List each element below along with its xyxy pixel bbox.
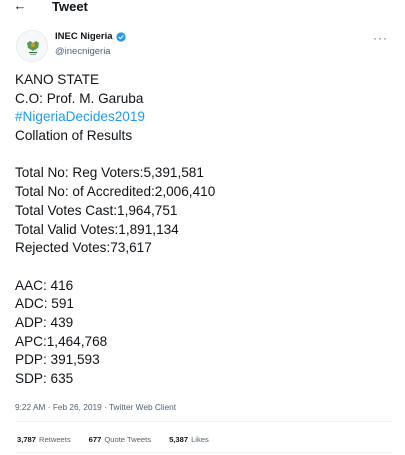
tweet-line: Total No: Reg Voters:5,391,581: [15, 165, 204, 181]
likes-label: Likes: [191, 435, 209, 444]
arrow-left-icon: ←: [13, 0, 27, 13]
tweet-line: Total No: of Accredited:2,006,410: [15, 184, 216, 200]
hashtag-link[interactable]: #NigeriaDecides2019: [15, 108, 395, 127]
author-handle[interactable]: @inecnigeria: [55, 46, 111, 57]
retweets-stat[interactable]: 3,787 Retweets: [17, 435, 71, 444]
more-horizontal-icon: ···: [373, 31, 388, 45]
quote-tweets-stat[interactable]: 677 Quote Tweets: [89, 435, 151, 444]
tweet-text: KANO STATE C.O: Prof. M. Garuba #Nigeria…: [15, 71, 395, 389]
quotes-label: Quote Tweets: [104, 435, 152, 444]
top-bar: ← Tweet: [0, 0, 405, 22]
retweets-count: 3,787: [17, 435, 37, 444]
back-button[interactable]: ←: [9, 0, 31, 16]
retweets-label: Retweets: [39, 435, 71, 444]
divider: [15, 452, 393, 453]
tweet-line: AAC: 416: [15, 277, 74, 293]
tweet-line: Total Valid Votes:1,891,134: [15, 221, 179, 237]
more-options-button[interactable]: ···: [373, 31, 388, 45]
author-name-row[interactable]: INEC Nigeria: [55, 31, 126, 42]
tweet-timestamp[interactable]: 9:22 AM · Feb 26, 2019 · Twitter Web Cli…: [15, 402, 176, 412]
avatar[interactable]: [16, 30, 48, 62]
tweet-line: ADP: 439: [15, 314, 74, 330]
tweet-line: Total Votes Cast:1,964,751: [15, 202, 178, 218]
tweet-line: KANO STATE: [15, 72, 100, 87]
page-title: Tweet: [52, 0, 88, 14]
quotes-count: 677: [88, 435, 102, 444]
likes-stat[interactable]: 5,387 Likes: [169, 435, 209, 444]
tweet-line: Rejected Votes:73,617: [15, 240, 152, 256]
tweet-line: C.O: Prof. M. Garuba: [15, 90, 144, 106]
likes-count: 5,387: [169, 435, 189, 444]
inec-logo-icon: [17, 31, 47, 61]
tweet-line: SDP: 635: [15, 371, 74, 386]
tweet-line: ADC: 591: [15, 296, 74, 312]
divider: [15, 421, 393, 422]
tweet-stats: 3,787 Retweets 677 Quote Tweets 5,387 Li…: [17, 435, 209, 444]
verified-badge-icon: [115, 31, 126, 42]
tweet-line: Collation of Results: [15, 128, 133, 144]
tweet-line: APC:1,464,768: [15, 333, 108, 349]
author-name[interactable]: INEC Nigeria: [55, 31, 113, 42]
tweet-author: INEC Nigeria @inecnigeria ···: [14, 30, 394, 64]
tweet-line: PDP: 391,593: [15, 352, 100, 368]
